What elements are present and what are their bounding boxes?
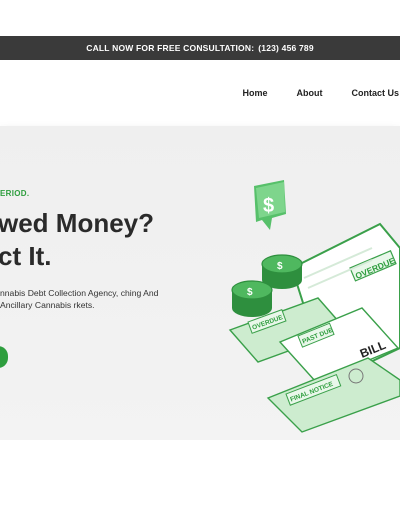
- svg-text:$: $: [247, 287, 253, 298]
- coin-stack-left: $: [231, 280, 273, 317]
- page: CALL NOW FOR FREE CONSULTATION: (123) 45…: [0, 0, 400, 516]
- nav-item-home[interactable]: Home: [242, 88, 267, 98]
- hero-headline-line1: wed Money?: [0, 208, 155, 238]
- hero-eyebrow: ERIOD.: [0, 189, 30, 198]
- top-announcement-bar: CALL NOW FOR FREE CONSULTATION: (123) 45…: [0, 36, 400, 60]
- nav-item-contact-us[interactable]: Contact Us: [351, 88, 399, 98]
- topbar-label: CALL NOW FOR FREE CONSULTATION:: [86, 43, 255, 53]
- dollar-sign-icon: $: [254, 180, 286, 230]
- main-nav: Home About Contact Us: [242, 60, 400, 126]
- header: Home About Contact Us: [0, 60, 400, 126]
- debt-illustration: $ OVERDUE $ $ OVERDUE PAST DUE BILL FINA…: [228, 180, 400, 433]
- page-bottom-margin: [0, 440, 400, 516]
- hero-description: nnabis Debt Collection Agency, ching And…: [0, 288, 159, 310]
- hero-headline-line2: ct It.: [0, 241, 52, 271]
- svg-text:$: $: [263, 195, 274, 217]
- nav-item-about[interactable]: About: [296, 88, 322, 98]
- topbar-phone[interactable]: (123) 456 789: [258, 43, 314, 53]
- svg-text:$: $: [277, 261, 283, 272]
